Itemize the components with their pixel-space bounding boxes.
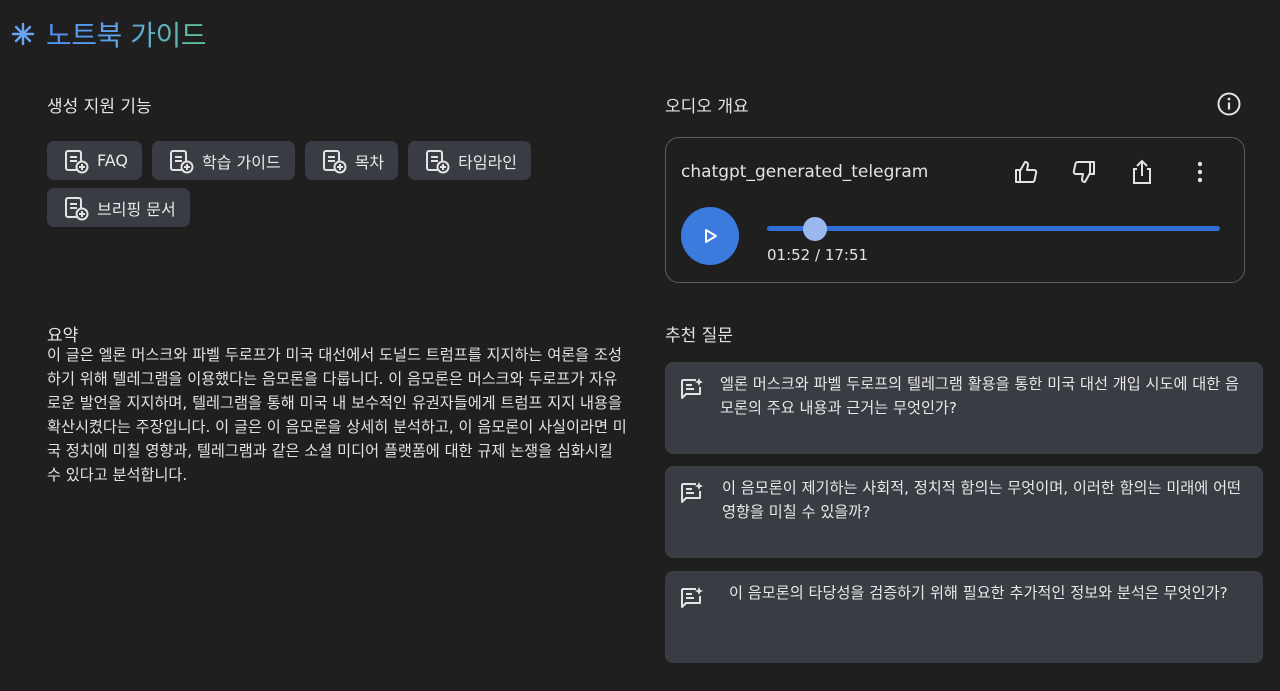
suggested-question[interactable]: 이 음모론의 타당성을 검증하기 위해 필요한 추가적인 정보와 분석은 무엇인… <box>665 571 1263 663</box>
chip-label: 학습 가이드 <box>202 152 281 172</box>
study-guide-button[interactable]: 학습 가이드 <box>152 141 295 180</box>
share-button[interactable] <box>1128 158 1156 186</box>
question-text: 이 음모론이 제기하는 사회적, 정치적 함의는 무엇이며, 이러한 함의는 미… <box>722 479 1242 521</box>
question-text: 이 음모론의 타당성을 검증하기 위해 필요한 추가적인 정보와 분석은 무엇인… <box>729 584 1228 602</box>
header: 노트북 가이드 <box>10 14 206 54</box>
audio-time: 01:52 / 17:51 <box>767 246 869 264</box>
suggested-question[interactable]: 엘론 머스크와 파벨 두로프의 텔레그램 활용을 통한 미국 대선 개입 시도에… <box>665 362 1263 454</box>
generate-heading: 생성 지원 기능 <box>47 97 152 117</box>
note-add-icon <box>426 149 450 173</box>
note-add-icon <box>65 149 89 173</box>
chip-label: 타임라인 <box>458 152 518 172</box>
more-vert-icon <box>1197 161 1203 183</box>
audio-file-name: chatgpt_generated_telegram <box>681 162 929 182</box>
audio-overview-card: chatgpt_generated_telegram 01:52 / 17:51 <box>665 137 1245 283</box>
info-icon[interactable] <box>1216 91 1242 117</box>
chip-label: 브리핑 문서 <box>97 199 176 219</box>
question-text: 엘론 머스크와 파벨 두로프의 텔레그램 활용을 통한 미국 대선 개입 시도에… <box>720 375 1240 417</box>
generate-chips: FAQ 학습 가이드 목차 타임라인 브리핑 문서 <box>47 141 587 227</box>
play-icon <box>705 229 717 243</box>
spark-icon <box>11 22 35 46</box>
note-add-icon <box>322 149 347 173</box>
note-add-icon <box>170 149 194 173</box>
audio-heading: 오디오 개요 <box>665 97 749 117</box>
chat-spark-icon <box>681 378 703 399</box>
summary-text: 이 글은 엘론 머스크와 파벨 두로프가 미국 대선에서 도널드 트럼프를 지지… <box>47 346 627 484</box>
thumbs-up-button[interactable] <box>1012 158 1040 186</box>
chat-spark-icon <box>681 482 703 503</box>
share-icon <box>1133 159 1151 184</box>
notebook-guide: 노트북 가이드 생성 지원 기능 FAQ 학습 가이드 목차 타임라인 브리핑 … <box>0 0 1280 691</box>
suggested-question[interactable]: 이 음모론이 제기하는 사회적, 정치적 함의는 무엇이며, 이러한 함의는 미… <box>665 466 1263 558</box>
suggested-heading: 추천 질문 <box>665 326 733 346</box>
timeline-button[interactable]: 타임라인 <box>408 141 532 180</box>
more-options-button[interactable] <box>1186 158 1214 186</box>
audio-progress-track[interactable] <box>767 226 1220 231</box>
page-title: 노트북 가이드 <box>46 14 206 54</box>
audio-actions <box>1012 158 1214 186</box>
briefing-doc-button[interactable]: 브리핑 문서 <box>47 188 190 227</box>
thumbs-down-icon <box>1072 161 1095 183</box>
play-button[interactable] <box>681 207 739 265</box>
faq-button[interactable]: FAQ <box>47 141 142 180</box>
thumbs-up-icon <box>1015 161 1038 183</box>
thumbs-down-button[interactable] <box>1070 158 1098 186</box>
audio-progress-thumb[interactable] <box>802 217 827 241</box>
chip-label: 목차 <box>354 152 385 172</box>
chip-label: FAQ <box>97 151 128 170</box>
chat-spark-icon <box>681 587 703 608</box>
note-add-icon <box>65 196 89 220</box>
toc-button[interactable]: 목차 <box>304 141 399 180</box>
